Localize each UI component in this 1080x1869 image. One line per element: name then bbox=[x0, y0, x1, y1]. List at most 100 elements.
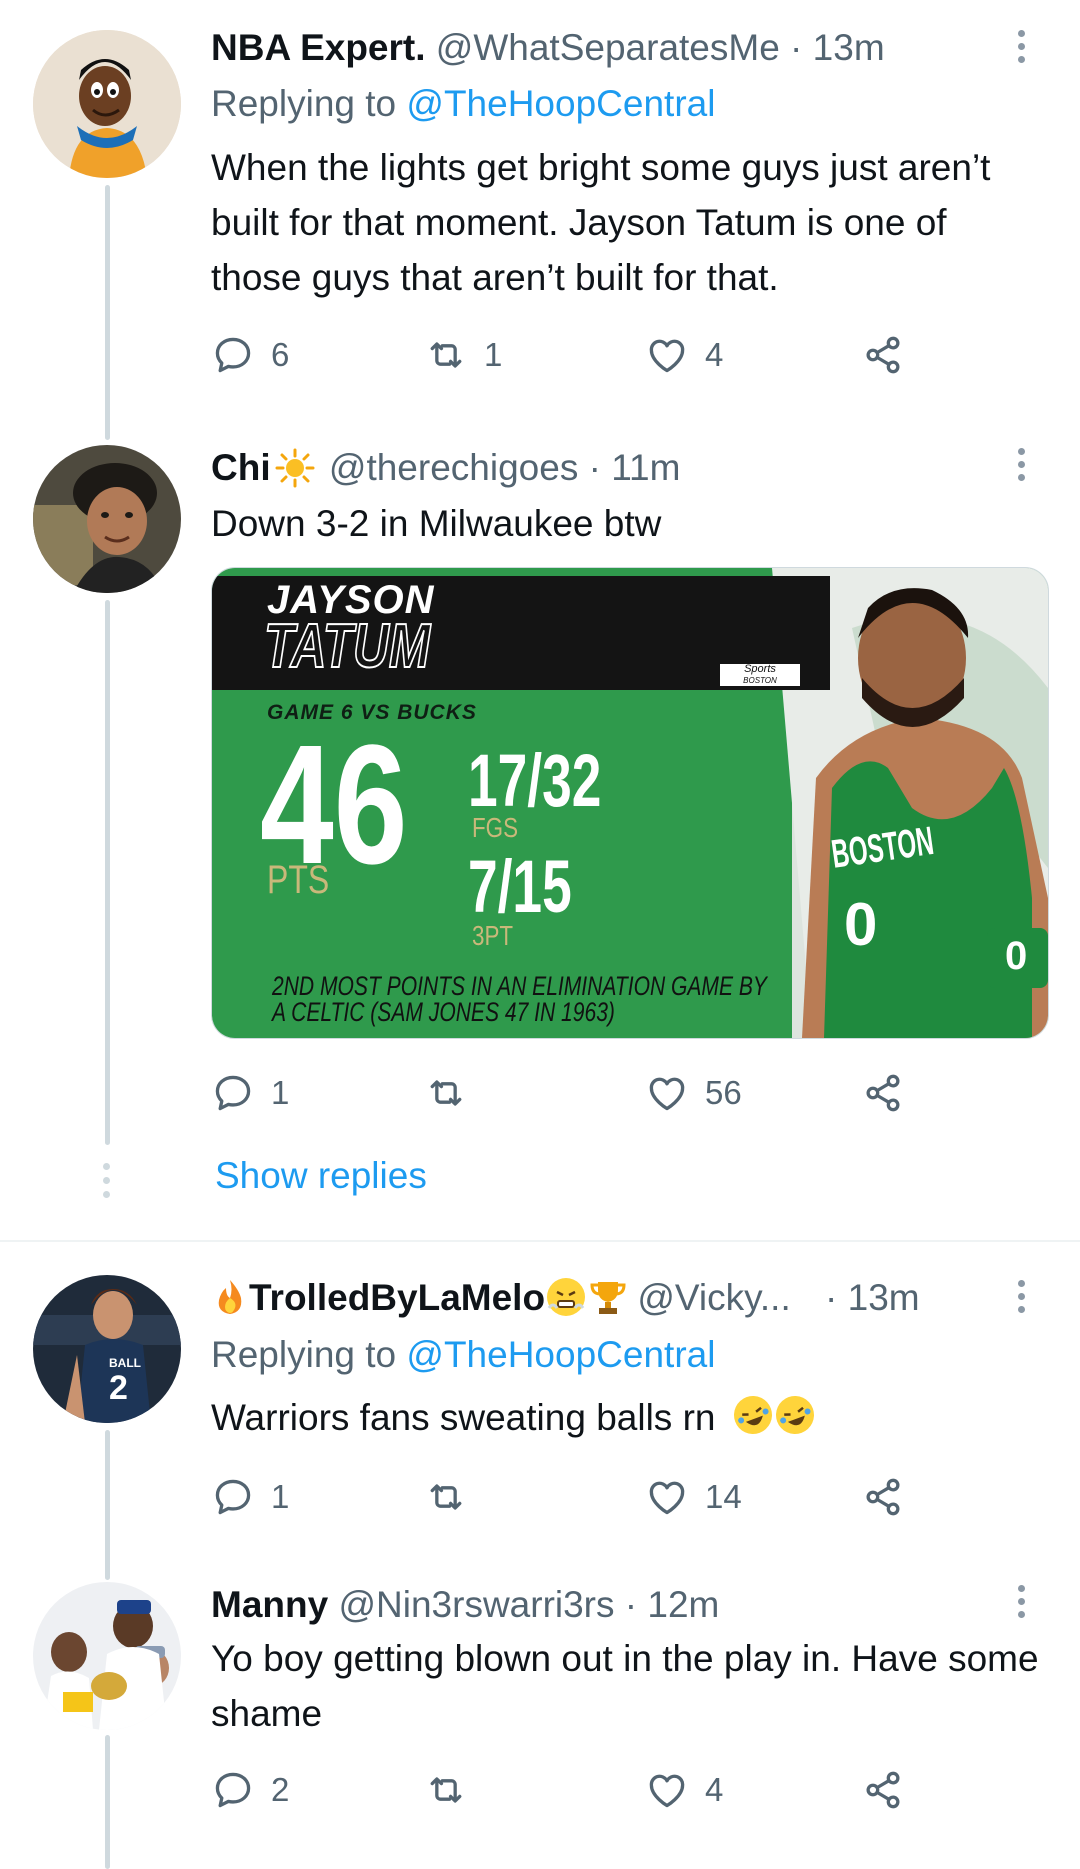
fire-emoji-icon bbox=[211, 1278, 249, 1316]
like-button[interactable]: 14 bbox=[645, 1472, 742, 1522]
like-count: 4 bbox=[705, 1771, 724, 1808]
tweet-header: NBA Expert. @WhatSeparatesMe · 13m bbox=[211, 26, 885, 70]
separator: · bbox=[578, 447, 612, 488]
retweet-button[interactable] bbox=[424, 1068, 484, 1118]
network-logo: Sports BOSTON bbox=[722, 664, 798, 686]
retweet-button[interactable] bbox=[424, 1472, 484, 1522]
tweet-actions: 1 14 bbox=[211, 1472, 931, 1522]
retweet-icon bbox=[424, 333, 468, 377]
reply-icon bbox=[211, 1768, 255, 1812]
separator: · bbox=[614, 1584, 648, 1625]
network-name: Sports bbox=[744, 663, 776, 675]
display-name[interactable]: NBA Expert. bbox=[211, 27, 426, 68]
tweet-media-image[interactable]: JAYSON TATUM GAME 6 VS BUCKS Sports BOST… bbox=[211, 567, 1049, 1039]
rofl-emoji-icon bbox=[770, 1390, 820, 1440]
retweet-icon bbox=[424, 1768, 468, 1812]
separator: · bbox=[779, 27, 813, 68]
tweet-actions: 1 56 bbox=[211, 1068, 931, 1118]
user-handle[interactable]: @Nin3rswarri3rs bbox=[338, 1584, 614, 1625]
trophy-emoji-icon bbox=[589, 1278, 627, 1316]
replying-prefix: Replying to bbox=[211, 1334, 407, 1375]
thread-line bbox=[105, 1430, 110, 1580]
reply-button[interactable]: 6 bbox=[211, 330, 289, 380]
reply-button[interactable]: 1 bbox=[211, 1472, 289, 1522]
reply-icon bbox=[211, 1475, 255, 1519]
like-button[interactable]: 56 bbox=[645, 1068, 742, 1118]
mention-link[interactable]: @TheHoopCentral bbox=[406, 1334, 715, 1375]
reply-count: 2 bbox=[271, 1771, 290, 1808]
thread-dots bbox=[103, 1163, 111, 1205]
timestamp[interactable]: 13m bbox=[848, 1277, 920, 1318]
points-label: PTS bbox=[267, 858, 330, 902]
display-name[interactable]: TrolledByLaMelo bbox=[249, 1277, 545, 1318]
tweet-header: Chi @therechigoes · 11m bbox=[211, 446, 680, 490]
retweet-button[interactable]: 1 bbox=[424, 330, 502, 380]
like-icon bbox=[645, 333, 689, 377]
retweet-icon bbox=[424, 1475, 468, 1519]
tweet-text-body: Warriors fans sweating balls rn bbox=[211, 1397, 716, 1438]
steam-face-emoji-icon bbox=[547, 1278, 586, 1316]
reply-button[interactable]: 2 bbox=[211, 1765, 289, 1815]
more-icon[interactable] bbox=[1018, 1585, 1026, 1624]
avatar[interactable]: 2 BALL bbox=[33, 1275, 181, 1423]
share-button[interactable] bbox=[861, 1068, 905, 1118]
timestamp[interactable]: 13m bbox=[813, 27, 885, 68]
avatar[interactable] bbox=[33, 445, 181, 593]
avatar[interactable] bbox=[33, 30, 181, 178]
player-photo-avatar-icon: 2 BALL bbox=[33, 1275, 181, 1423]
tweet-text: Warriors fans sweating balls rn bbox=[211, 1390, 1041, 1445]
cartoon-avatar-icon bbox=[33, 30, 181, 178]
tweet-header: Manny @Nin3rswarri3rs · 12m bbox=[211, 1583, 719, 1627]
three-value: 7/15 bbox=[468, 845, 572, 928]
display-name[interactable]: Manny bbox=[211, 1584, 328, 1625]
tweet-actions: 2 4 bbox=[211, 1765, 931, 1815]
thread-line bbox=[105, 185, 110, 440]
share-icon bbox=[861, 1475, 905, 1519]
avatar-jersey-number: 2 bbox=[109, 1369, 128, 1407]
thread-line bbox=[105, 600, 110, 1145]
share-icon bbox=[861, 1071, 905, 1115]
caption-line-1: 2ND MOST POINTS IN AN ELIMINATION GAME B… bbox=[272, 971, 767, 1001]
reply-button[interactable]: 1 bbox=[211, 1068, 289, 1118]
tweet-actions: 6 1 4 bbox=[211, 330, 931, 380]
timestamp[interactable]: 12m bbox=[647, 1584, 719, 1625]
replying-to: Replying to @TheHoopCentral bbox=[211, 82, 715, 126]
share-button[interactable] bbox=[861, 1472, 905, 1522]
more-icon[interactable] bbox=[1018, 1280, 1026, 1319]
reply-count: 1 bbox=[271, 1478, 290, 1515]
wristband-number: 0 bbox=[1005, 934, 1028, 978]
tweet-text: Down 3-2 in Milwaukee btw bbox=[211, 503, 662, 544]
player-last-name: TATUM bbox=[263, 612, 431, 681]
like-count: 56 bbox=[705, 1074, 742, 1111]
user-handle[interactable]: @WhatSeparatesMe bbox=[436, 27, 780, 68]
reply-icon bbox=[211, 333, 255, 377]
display-name[interactable]: Chi bbox=[211, 447, 271, 488]
show-replies-link[interactable]: Show replies bbox=[215, 1155, 427, 1197]
tweet-text: Yo boy getting blown out in the play in.… bbox=[211, 1638, 1039, 1734]
replying-to: Replying to @TheHoopCentral bbox=[211, 1333, 715, 1377]
stat-caption: 2ND MOST POINTS IN AN ELIMINATION GAME B… bbox=[272, 971, 767, 1027]
rofl-emoji-icon bbox=[728, 1390, 778, 1440]
like-button[interactable]: 4 bbox=[645, 1765, 723, 1815]
share-icon bbox=[861, 1768, 905, 1812]
tweet-text: When the lights get bright some guys jus… bbox=[211, 147, 991, 298]
team-photo-avatar-icon bbox=[33, 1582, 181, 1730]
reply-count: 6 bbox=[271, 336, 290, 373]
retweet-button[interactable] bbox=[424, 1765, 484, 1815]
like-count: 14 bbox=[705, 1478, 742, 1515]
share-button[interactable] bbox=[861, 330, 905, 380]
mention-link[interactable]: @TheHoopCentral bbox=[406, 83, 715, 124]
more-icon[interactable] bbox=[1018, 448, 1026, 487]
tweet-header: TrolledByLaMelo @Vicky... · 13m bbox=[211, 1276, 920, 1320]
more-icon[interactable] bbox=[1018, 30, 1026, 69]
avatar[interactable] bbox=[33, 1582, 181, 1730]
avatar-jersey-name: BALL bbox=[109, 1356, 141, 1370]
timestamp[interactable]: 11m bbox=[611, 447, 680, 488]
like-button[interactable]: 4 bbox=[645, 330, 723, 380]
user-handle[interactable]: @Vicky... bbox=[637, 1277, 790, 1318]
user-handle[interactable]: @therechigoes bbox=[329, 447, 578, 488]
caption-line-2: A CELTIC (SAM JONES 47 IN 1963) bbox=[272, 997, 615, 1027]
separator: · bbox=[814, 1277, 848, 1318]
like-count: 4 bbox=[705, 336, 724, 373]
share-button[interactable] bbox=[861, 1765, 905, 1815]
